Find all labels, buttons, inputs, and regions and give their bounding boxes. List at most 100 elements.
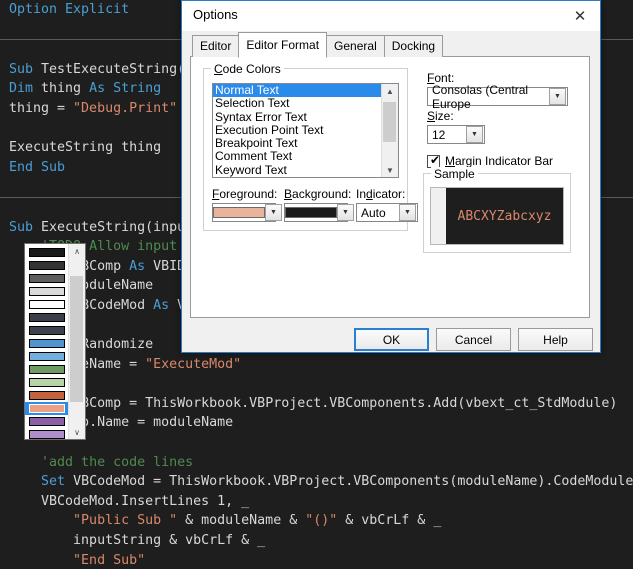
palette-swatch-row[interactable] [25,350,68,363]
checkbox-box[interactable]: ✔ [427,152,441,168]
palette-swatch-row[interactable] [25,337,68,350]
scroll-down-icon[interactable]: ▼ [382,163,398,177]
tab-editor[interactable]: Editor [192,35,240,57]
editor-format-panel: Code Colors Normal Text Selection Text Syn… [190,56,590,318]
indicator-combo[interactable]: Auto ▼ [356,203,418,222]
palette-swatch [28,287,65,296]
sample-margin-bar [431,188,446,244]
scroll-up-icon[interactable]: ▲ [382,84,398,98]
code-line: Set VBCodeMod = ThisWorkbook.VBProject.V… [0,472,633,492]
font-combo[interactable]: Consolas (Central Europe ▼ [427,83,568,111]
palette-swatch-row[interactable] [25,298,68,311]
palette-swatch [28,365,65,374]
background-color-combo[interactable]: ▼ [284,203,354,222]
tab-strip: Editor Editor Format General Docking [192,32,444,58]
code-colors-listbox[interactable]: Normal Text Selection Text Syntax Error Te… [212,83,399,178]
code-token: thing [41,81,90,97]
foreground-swatch-wrap [213,204,265,221]
code-token: VBCodeMod.InsertLines 1, _ [41,493,250,509]
palette-swatch-row[interactable] [25,259,68,272]
indicator-label: Indicator: [356,187,406,201]
code-token: As [129,258,154,274]
scrollbar-thumb[interactable] [383,102,396,142]
palette-swatch [28,404,65,413]
options-dialog: Options ✕ Editor Editor Format General Dock… [181,0,601,353]
code-token: & vbCrLf & _ [337,513,442,529]
palette-swatch-row[interactable] [25,415,68,428]
ok-button[interactable]: OK [354,328,429,351]
palette-swatch-row[interactable] [25,246,68,259]
code-color-item[interactable]: Normal Text [213,84,381,98]
palette-swatch [28,261,65,270]
help-button[interactable]: Help [518,328,593,351]
palette-scroll-up-icon[interactable]: ∧ [69,244,85,258]
palette-swatch-row[interactable] [25,428,68,439]
tab-general[interactable]: General [326,35,385,57]
code-token: Sub [9,61,42,77]
background-label: Background: [284,187,352,201]
margin-indicator-checkbox[interactable]: ✔ Margin Indicator Bar [427,152,554,168]
code-colors-scrollbar[interactable]: ▲ ▼ [381,84,398,177]
foreground-dropdown-arrow[interactable]: ▼ [265,204,282,221]
code-line: moduleName = "ExecuteMod" [0,355,633,375]
font-dropdown-arrow[interactable]: ▼ [549,88,566,105]
code-token: 'add the code lines [41,454,194,470]
palette-scroll-thumb[interactable] [70,276,83,402]
palette-swatch-row[interactable] [25,389,68,402]
palette-swatch-row[interactable] [25,311,68,324]
palette-swatch [28,352,65,361]
palette-swatch [28,248,65,257]
code-color-item[interactable]: Keyword Text [213,163,381,177]
size-label: Size: [427,109,454,123]
palette-swatch [28,378,65,387]
tab-editor-format[interactable]: Editor Format [238,32,328,58]
dialog-titlebar[interactable]: Options ✕ [182,1,600,31]
code-color-item[interactable]: Comment Text [213,150,381,164]
palette-swatch-row[interactable] [25,363,68,376]
code-token: Sub [9,219,42,235]
tab-docking[interactable]: Docking [383,35,444,57]
color-palette-dropdown[interactable]: ∧ ∨ [24,243,86,440]
code-line: Set VBComp = ThisWorkbook.VBProject.VBCo… [0,394,633,414]
palette-scrollbar[interactable]: ∧ ∨ [68,244,85,439]
palette-scroll-track[interactable] [69,258,85,425]
code-color-item[interactable]: Execution Point Text [213,123,381,137]
size-combo[interactable]: 12 ▼ [427,125,485,144]
code-color-item[interactable]: Breakpoint Text [213,136,381,150]
code-token: VBCodeMod = ThisWorkbook.VBProject.VBCom… [73,474,633,490]
dialog-title: Options [193,7,238,22]
code-token: thing = [9,100,74,116]
sample-group: Sample ABCXYZabcxyz [423,167,571,253]
palette-swatch-row[interactable] [25,376,68,389]
size-dropdown-arrow[interactable]: ▼ [466,126,483,143]
close-icon[interactable]: ✕ [560,1,600,30]
palette-swatch [28,300,65,309]
indicator-dropdown-arrow[interactable]: ▼ [399,204,416,221]
foreground-color-combo[interactable]: ▼ [212,203,282,222]
palette-scroll-down-icon[interactable]: ∨ [69,425,85,439]
code-token: Randomize [81,337,154,353]
palette-swatch-row[interactable] [25,272,68,285]
code-colors-legend: Code Colors [211,62,284,76]
code-token: TestExecuteString() [41,61,194,77]
check-icon: ✔ [430,152,441,167]
code-line: 'add the code lines [0,453,633,473]
scrollbar-track[interactable] [382,98,398,163]
sample-preview: ABCXYZabcxyz [430,187,564,245]
code-color-item[interactable]: Syntax Error Text [213,110,381,124]
font-value: Consolas (Central Europe [432,82,529,111]
palette-swatch-row[interactable] [25,285,68,298]
background-dropdown-arrow[interactable]: ▼ [337,204,354,221]
palette-swatch [28,274,65,283]
code-token: End Sub [9,159,66,175]
indicator-value: Auto [361,205,386,220]
code-color-item[interactable]: Selection Text [213,96,381,110]
cancel-button[interactable]: Cancel [436,328,511,351]
palette-swatch-row[interactable] [25,402,68,415]
margin-indicator-label: Margin Indicator Bar [445,154,554,168]
code-colors-group: Code Colors Normal Text Selection Text Syn… [203,62,418,231]
palette-swatch-row[interactable] [25,324,68,337]
background-color-swatch [285,207,337,218]
